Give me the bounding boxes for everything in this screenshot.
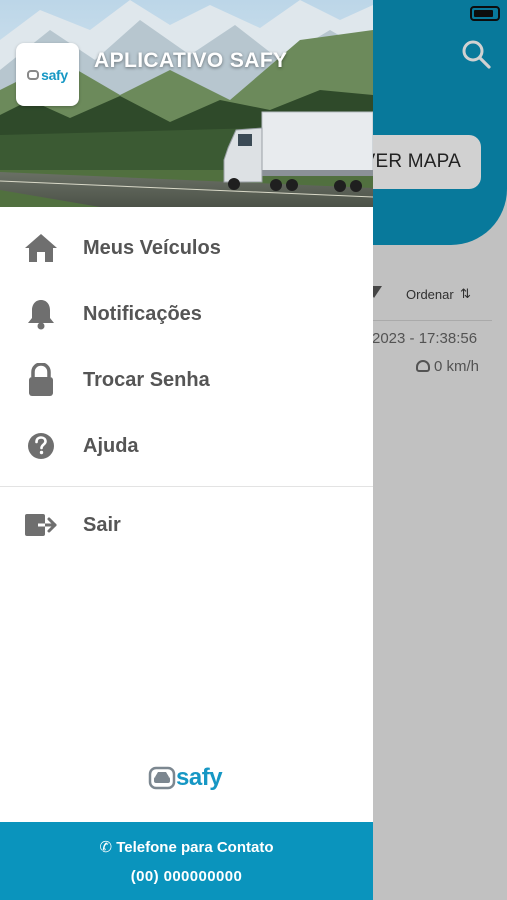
app-title: APLICATIVO SAFY [94, 49, 288, 72]
side-drawer: safy APLICATIVO SAFY Meus Veículos Notif… [0, 0, 373, 900]
menu-divider [0, 486, 373, 487]
contact-label-text: Telefone para Contato [116, 839, 274, 856]
contact-bar[interactable]: ✆ Telefone para Contato (00) 000000000 [0, 822, 373, 900]
menu-item-label: Trocar Senha [83, 368, 210, 391]
contact-phone: (00) 000000000 [130, 868, 243, 885]
app-logo: safy [16, 43, 79, 106]
contact-label: ✆ Telefone para Contato [0, 838, 373, 856]
footer-logo: safy [148, 764, 223, 792]
home-icon [24, 231, 58, 265]
drawer-menu: Meus Veículos Notificações Trocar Senha [0, 215, 373, 479]
menu-item-label: Sair [83, 513, 121, 536]
lock-icon [24, 363, 58, 397]
drawer-header-image: safy APLICATIVO SAFY [0, 0, 373, 207]
bell-icon [24, 297, 58, 331]
menu-item-label: Ajuda [83, 434, 139, 457]
menu-item-meus-veiculos[interactable]: Meus Veículos [0, 215, 373, 281]
logout-icon [24, 508, 58, 542]
menu-item-label: Meus Veículos [83, 236, 221, 259]
footer-logo-text: safy [176, 764, 223, 791]
help-icon [24, 429, 58, 463]
phone-icon: ✆ [99, 839, 117, 856]
car-logo-icon [27, 69, 40, 80]
menu-item-label: Notificações [83, 302, 202, 325]
car-logo-icon [148, 766, 176, 790]
menu-item-sair[interactable]: Sair [0, 492, 373, 558]
app-logo-text: safy [41, 66, 68, 83]
menu-item-notificacoes[interactable]: Notificações [0, 281, 373, 347]
menu-item-trocar-senha[interactable]: Trocar Senha [0, 347, 373, 413]
menu-item-ajuda[interactable]: Ajuda [0, 413, 373, 479]
